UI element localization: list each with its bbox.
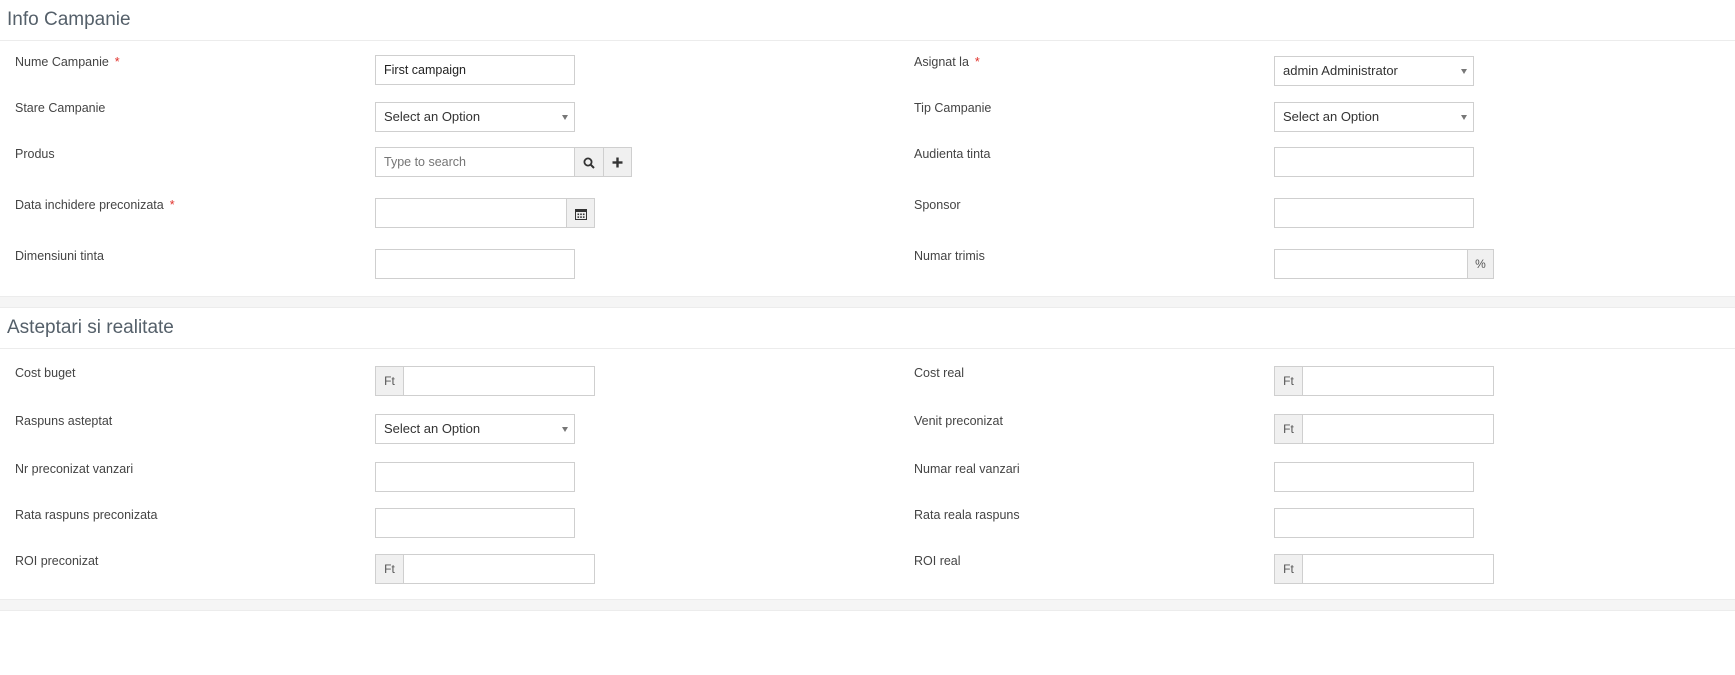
actual-sales-count-input[interactable] <box>1274 462 1474 492</box>
caret-down-icon <box>1461 69 1467 74</box>
required-marker: * <box>114 55 120 69</box>
field-label-num-sent: Numar trimis <box>914 249 985 263</box>
section-header: Info Campanie <box>0 0 1735 41</box>
caret-down-icon <box>1461 115 1467 120</box>
field-label-expected-response-rate: Rata raspuns preconizata <box>15 508 158 522</box>
actual-roi-input[interactable] <box>1302 554 1494 584</box>
caret-down-icon <box>562 427 568 432</box>
expected-roi-group: Ft <box>375 554 595 584</box>
field-label-assigned-to: Asignat la * <box>914 55 980 69</box>
field-label-actual-sales-count: Numar real vanzari <box>914 462 1020 476</box>
section-body: Cost buget Ft Cost real Ft Raspuns astep… <box>0 349 1735 599</box>
field-label-sponsor: Sponsor <box>914 198 961 212</box>
label-text: Asignat la <box>914 55 969 69</box>
product-search-group <box>375 147 632 177</box>
caret-down-icon <box>562 115 568 120</box>
expected-response-select[interactable]: Select an Option <box>375 414 575 444</box>
expected-close-date-group <box>375 198 595 228</box>
expected-revenue-input[interactable] <box>1302 414 1494 444</box>
currency-addon: Ft <box>375 366 404 396</box>
sponsor-input[interactable] <box>1274 198 1474 228</box>
assigned-to-select[interactable]: admin Administrator <box>1274 56 1474 86</box>
field-label-actual-cost: Cost real <box>914 366 965 380</box>
actual-cost-group: Ft <box>1274 366 1494 396</box>
field-label-expected-response: Raspuns asteptat <box>15 414 113 428</box>
num-sent-input[interactable] <box>1274 249 1468 279</box>
date-picker-button[interactable] <box>566 198 595 228</box>
label-text: Nume Campanie <box>15 55 109 69</box>
campaign-name-input[interactable] <box>375 55 575 85</box>
target-audience-input[interactable] <box>1274 147 1474 177</box>
currency-addon: Ft <box>1274 554 1303 584</box>
select-value: Select an Option <box>384 109 481 124</box>
percent-addon: % <box>1467 249 1494 279</box>
actual-roi-group: Ft <box>1274 554 1494 584</box>
campaign-status-select[interactable]: Select an Option <box>375 102 575 132</box>
required-marker: * <box>974 55 980 69</box>
field-label-budget-cost: Cost buget <box>15 366 76 380</box>
field-label-expected-roi: ROI preconizat <box>15 554 99 568</box>
campaign-type-select[interactable]: Select an Option <box>1274 102 1474 132</box>
expected-close-date-input[interactable] <box>375 198 567 228</box>
field-label-campaign-name: Nume Campanie * <box>15 55 120 69</box>
currency-addon: Ft <box>1274 366 1303 396</box>
field-label-target-audience: Audienta tinta <box>914 147 991 161</box>
required-marker: * <box>169 198 175 212</box>
field-label-campaign-type: Tip Campanie <box>914 101 992 115</box>
budget-cost-input[interactable] <box>403 366 595 396</box>
calendar-icon <box>574 208 587 220</box>
field-label-expected-revenue: Venit preconizat <box>914 414 1003 428</box>
select-value: Select an Option <box>1283 109 1380 124</box>
select-value: admin Administrator <box>1283 63 1398 78</box>
field-label-expected-sales-count: Nr preconizat vanzari <box>15 462 134 476</box>
section-info-campanie: Info Campanie Nume Campanie * Asignat la *… <box>0 0 1735 296</box>
num-sent-group: % <box>1274 249 1494 279</box>
section-header: Asteptari si realitate <box>0 308 1735 349</box>
section-body: Nume Campanie * Asignat la * admin Adminis… <box>0 41 1735 296</box>
target-size-input[interactable] <box>375 249 575 279</box>
field-label-product: Produs <box>15 147 55 161</box>
section-divider <box>0 599 1735 611</box>
section-divider <box>0 296 1735 308</box>
expected-revenue-group: Ft <box>1274 414 1494 444</box>
currency-addon: Ft <box>1274 414 1303 444</box>
section-asteptari-realitate: Asteptari si realitate Cost buget Ft Cos… <box>0 308 1735 599</box>
expected-response-rate-input[interactable] <box>375 508 575 538</box>
product-add-button[interactable] <box>603 147 632 177</box>
budget-cost-group: Ft <box>375 366 595 396</box>
currency-addon: Ft <box>375 554 404 584</box>
section-title: Info Campanie <box>7 9 131 30</box>
field-label-target-size: Dimensiuni tinta <box>15 249 104 263</box>
plus-icon <box>612 157 623 168</box>
expected-roi-input[interactable] <box>403 554 595 584</box>
section-title: Asteptari si realitate <box>7 317 174 338</box>
product-search-input[interactable] <box>375 147 575 177</box>
field-label-campaign-status: Stare Campanie <box>15 101 106 115</box>
search-icon <box>583 157 595 169</box>
field-label-actual-roi: ROI real <box>914 554 961 568</box>
field-label-actual-response-rate: Rata reala raspuns <box>914 508 1020 522</box>
actual-cost-input[interactable] <box>1302 366 1494 396</box>
expected-sales-count-input[interactable] <box>375 462 575 492</box>
select-value: Select an Option <box>384 421 481 436</box>
label-text: Data inchidere preconizata <box>15 198 164 212</box>
product-search-button[interactable] <box>574 147 604 177</box>
actual-response-rate-input[interactable] <box>1274 508 1474 538</box>
field-label-expected-close-date: Data inchidere preconizata * <box>15 198 175 212</box>
